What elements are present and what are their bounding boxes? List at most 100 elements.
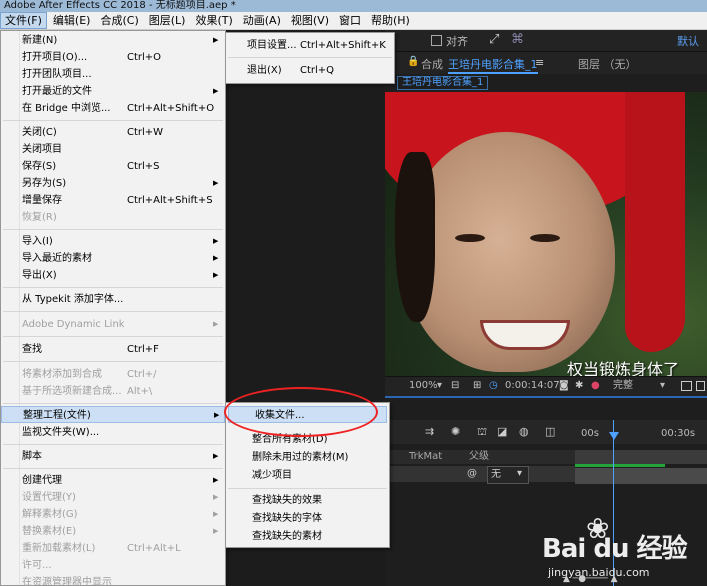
menu-separator [3,287,223,288]
menu-item-scripts[interactable]: 脚本 ▶ [1,448,225,465]
menu-item-increment-save[interactable]: 增量保存 Ctrl+Alt+Shift+S [1,192,225,209]
menu-animation[interactable]: 动画(A) [239,12,285,29]
menu-composition[interactable]: 合成(C) [96,12,142,29]
submenu-arrow-icon: ▶ [213,320,219,328]
window-title: Adobe After Effects CC 2018 - 无标题项目.aep … [0,0,707,12]
work-area-bar[interactable] [575,464,665,467]
menu-item-browse-bridge[interactable]: 在 Bridge 中浏览... Ctrl+Alt+Shift+O [1,100,225,117]
menu-item-open-team-project[interactable]: 打开团队项目... [1,66,225,83]
puppet-tool-icon[interactable]: ⤢ [489,32,499,47]
time-ruler[interactable]: 00s 00:30s [575,420,707,444]
chevron-down-icon[interactable]: ▾ [660,377,665,395]
parent-select[interactable]: 无 [487,466,529,484]
zoom-slider[interactable]: ▲ ─●──── ▲ [563,574,663,586]
shy-icon[interactable]: ⇉ [425,425,434,438]
submenu-arrow-icon: ▶ [213,87,219,95]
menu-view[interactable]: 视图(V) [287,12,333,29]
menu-separator [3,361,223,362]
ruler-label: 00:30s [661,428,696,439]
comp-breadcrumb-chip[interactable]: 王培丹电影合集_1 [397,76,489,90]
tab-composition[interactable]: 王培丹电影合集_1 [448,56,538,74]
menu-item-create-proxy[interactable]: 创建代理 ▶ [1,472,225,489]
motion-blur-icon[interactable]: ◪ [497,425,507,438]
chevron-down-icon[interactable]: ▾ [517,466,522,482]
draft-3d-icon[interactable]: ✺ [451,425,460,438]
menu-item-close[interactable]: 关闭(C) Ctrl+W [1,124,225,141]
align-checkbox[interactable] [431,35,442,46]
submenu-arrow-icon: ▶ [213,237,219,245]
menu-item-import[interactable]: 导入(I) ▶ [1,233,225,250]
menu-item-find-missing-effects[interactable]: 查找缺失的效果 [226,492,389,509]
file-menu: 新建(N) ▶ 打开项目(O)... Ctrl+O 打开团队项目... 打开最近的文… [0,30,226,586]
menu-item-export[interactable]: 导出(X) ▶ [1,267,225,284]
lock-icon[interactable]: 🔒 [407,56,419,67]
clock-icon[interactable]: ◷ [489,377,498,395]
chevron-down-icon[interactable]: ▾ [437,377,442,395]
menu-item-find[interactable]: 查找 Ctrl+F [1,341,225,358]
region-of-interest-icon[interactable] [681,381,692,391]
menu-item-save[interactable]: 保存(S) Ctrl+S [1,158,225,175]
work-area-track[interactable] [575,450,707,464]
grid-icon[interactable]: ⊞ [473,377,481,395]
playhead-handle[interactable] [609,432,619,440]
menu-separator [3,336,223,337]
trkmat-column: TrkMat [409,451,443,462]
graph-editor-icon[interactable]: ◍ [519,425,529,438]
menu-separator [3,120,223,121]
menu-item-project-settings[interactable]: 项目设置... Ctrl+Alt+Shift+K [226,37,394,54]
menu-item-new[interactable]: 新建(N) ▶ [1,32,225,49]
menu-separator [3,444,223,445]
color-channel-icon[interactable]: ● [591,377,600,395]
menu-item-find-missing-footage[interactable]: 查找缺失的素材 [226,528,389,545]
menu-item-reduce-project[interactable]: 减少项目 [226,467,389,484]
menu-item-typekit[interactable]: 从 Typekit 添加字体... [1,291,225,308]
menu-effect[interactable]: 效果(T) [191,12,236,29]
menu-item-watch-folder[interactable]: 监视文件夹(W)... [1,424,225,441]
menu-separator [3,468,223,469]
video-subtitle: 权当锻炼身体了 [567,360,680,376]
timeline-switches: ⇉ ✺ ⛫ ◪ ◍ ◫ [385,420,575,444]
timeline-columns: TrkMat 父级 [385,450,575,464]
frame-blend-icon[interactable]: ⛫ [477,425,487,440]
menu-item-open-project[interactable]: 打开项目(O)... Ctrl+O [1,49,225,66]
chart-icon[interactable]: ◫ [545,425,555,438]
menu-file[interactable]: 文件(F) [0,12,47,29]
current-time[interactable]: 0:00:14:07 [505,377,560,395]
submenu-arrow-icon: ▶ [213,36,219,44]
transparency-grid-icon[interactable] [696,381,705,391]
timeline-top-border [385,396,707,398]
composition-panel-header: 🔒 合成 王培丹电影合集_1 ≡ 图层 （无） [385,52,707,74]
snap-tool-icon[interactable]: ⌘ [511,32,524,47]
submenu-arrow-icon: ▶ [213,254,219,262]
pickwhip-icon[interactable]: @ [467,466,477,482]
menu-window[interactable]: 窗口 [335,12,365,29]
file-menu-extra-panel: 项目设置... Ctrl+Alt+Shift+K 退出(X) Ctrl+Q [225,32,395,84]
comp-breadcrumb: 王培丹电影合集_1 [385,74,707,92]
menu-item-save-as[interactable]: 另存为(S) ▶ [1,175,225,192]
tab-layer[interactable]: 图层 （无） [578,56,637,72]
menu-item-close-project[interactable]: 关闭项目 [1,141,225,158]
panel-menu-icon[interactable]: ≡ [535,56,544,69]
frame-eye-right [530,234,560,242]
menu-item-open-recent[interactable]: 打开最近的文件 ▶ [1,83,225,100]
comp-panel-label: 合成 [421,58,443,71]
table-row[interactable]: @ 无 ▾ [385,466,575,484]
camera-icon[interactable]: ◙ [559,377,569,395]
resolution-select[interactable]: 完整 [613,377,633,395]
menu-item-remove-unused-footage[interactable]: 删除未用过的素材(M) [226,449,389,466]
menu-item-find-missing-fonts[interactable]: 查找缺失的字体 [226,510,389,527]
workspace-default[interactable]: 默认 [677,33,699,49]
menu-help[interactable]: 帮助(H) [367,12,414,29]
menu-item-dependencies[interactable]: 整理工程(文件) ▶ [1,406,225,423]
zoom-select[interactable]: 100% [409,377,438,395]
menu-edit[interactable]: 编辑(E) [49,12,95,29]
menu-item-exit[interactable]: 退出(X) Ctrl+Q [226,62,394,79]
layer-bar[interactable] [575,468,707,484]
snapshot-icon[interactable]: ✱ [575,377,583,395]
watermark-brand: Bai du 经验 [542,534,687,564]
annotation-circle [224,387,378,437]
safe-frame-icon[interactable]: ⊟ [451,377,459,395]
composition-viewer[interactable]: 权当锻炼身体了 [385,92,707,376]
menu-item-import-recent[interactable]: 导入最近的素材 ▶ [1,250,225,267]
menu-layer[interactable]: 图层(L) [145,12,190,29]
